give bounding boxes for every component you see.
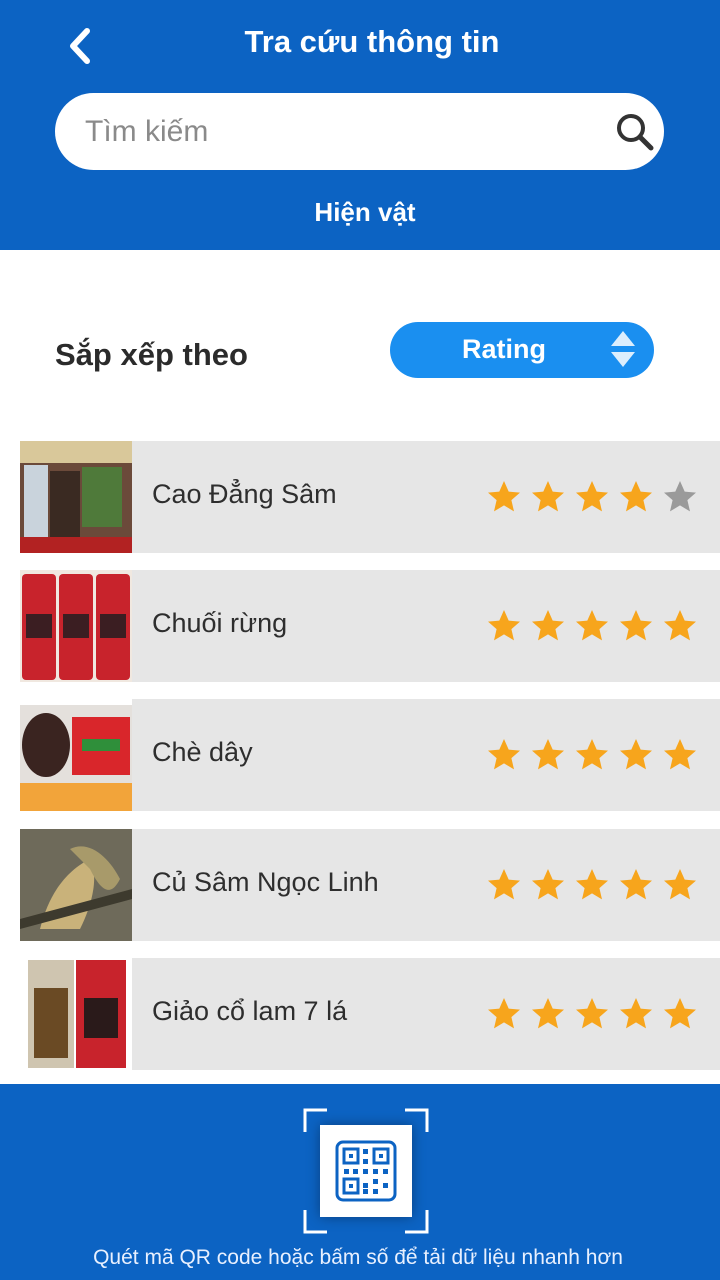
rating-stars — [486, 867, 706, 903]
star-filled-icon — [576, 739, 608, 770]
star-filled-icon — [532, 610, 564, 641]
star-filled-icon — [576, 610, 608, 641]
rating-stars — [486, 996, 706, 1032]
star-filled-icon — [620, 998, 652, 1029]
star-filled-icon — [620, 481, 652, 512]
list-item[interactable]: Cao Đẳng Sâm — [20, 441, 720, 553]
star-filled-icon — [620, 739, 652, 770]
rating-stars — [486, 737, 706, 773]
item-body: Giảo cổ lam 7 lá — [132, 958, 720, 1070]
section-title: Hiện vật — [314, 197, 416, 227]
star-filled-icon — [620, 869, 652, 900]
rating-stars — [486, 608, 706, 644]
item-body: Cao Đẳng Sâm — [132, 441, 720, 553]
sort-arrows-icon — [611, 331, 635, 367]
star-filled-icon — [488, 610, 520, 641]
star-filled-icon — [532, 869, 564, 900]
sort-selected-value: Rating — [462, 334, 546, 364]
star-filled-icon — [664, 869, 696, 900]
item-thumbnail — [20, 699, 132, 811]
star-filled-icon — [576, 998, 608, 1029]
star-filled-icon — [620, 610, 652, 641]
search-box[interactable] — [55, 93, 664, 170]
item-name: Cao Đẳng Sâm — [152, 479, 337, 509]
item-name: Giảo cổ lam 7 lá — [152, 996, 348, 1026]
item-name: Chè dây — [152, 737, 253, 767]
item-body: Củ Sâm Ngọc Linh — [132, 829, 720, 941]
star-filled-icon — [576, 869, 608, 900]
item-thumbnail — [20, 829, 132, 941]
star-filled-icon — [488, 998, 520, 1029]
footer-bar: Quét mã QR code hoặc bấm số để tải dữ li… — [0, 1084, 720, 1280]
star-filled-icon — [488, 481, 520, 512]
item-name: Chuối rừng — [152, 608, 288, 638]
star-filled-icon — [664, 739, 696, 770]
star-filled-icon — [532, 998, 564, 1029]
item-thumbnail — [20, 570, 132, 682]
item-thumbnail — [20, 958, 132, 1070]
star-filled-icon — [664, 610, 696, 641]
list-item[interactable]: Chuối rừng — [20, 570, 720, 682]
star-filled-icon — [488, 739, 520, 770]
star-empty-icon — [664, 481, 696, 512]
item-body: Chuối rừng — [132, 570, 720, 682]
footer-hint-text: Quét mã QR code hoặc bấm số để tải dữ li… — [93, 1246, 623, 1269]
list-item[interactable]: Chè dây — [20, 699, 720, 811]
rating-stars — [486, 479, 706, 515]
item-thumbnail — [20, 441, 132, 553]
list-item[interactable]: Giảo cổ lam 7 lá — [20, 958, 720, 1070]
item-body: Chè dây — [132, 699, 720, 811]
qr-scan-button[interactable] — [303, 1108, 429, 1234]
list-item[interactable]: Củ Sâm Ngọc Linh — [20, 829, 720, 941]
page-title: Tra cứu thông tin — [244, 24, 500, 59]
star-filled-icon — [532, 739, 564, 770]
item-name: Củ Sâm Ngọc Linh — [152, 867, 379, 897]
search-input[interactable] — [83, 107, 587, 157]
star-filled-icon — [488, 869, 520, 900]
search-icon[interactable] — [614, 111, 656, 153]
qr-card — [320, 1125, 412, 1217]
star-filled-icon — [664, 998, 696, 1029]
star-filled-icon — [532, 481, 564, 512]
sort-label: Sắp xếp theo — [55, 337, 248, 372]
star-filled-icon — [576, 481, 608, 512]
header-bar: Tra cứu thông tin Hiện vật — [0, 0, 720, 250]
qr-code-icon — [335, 1140, 397, 1202]
